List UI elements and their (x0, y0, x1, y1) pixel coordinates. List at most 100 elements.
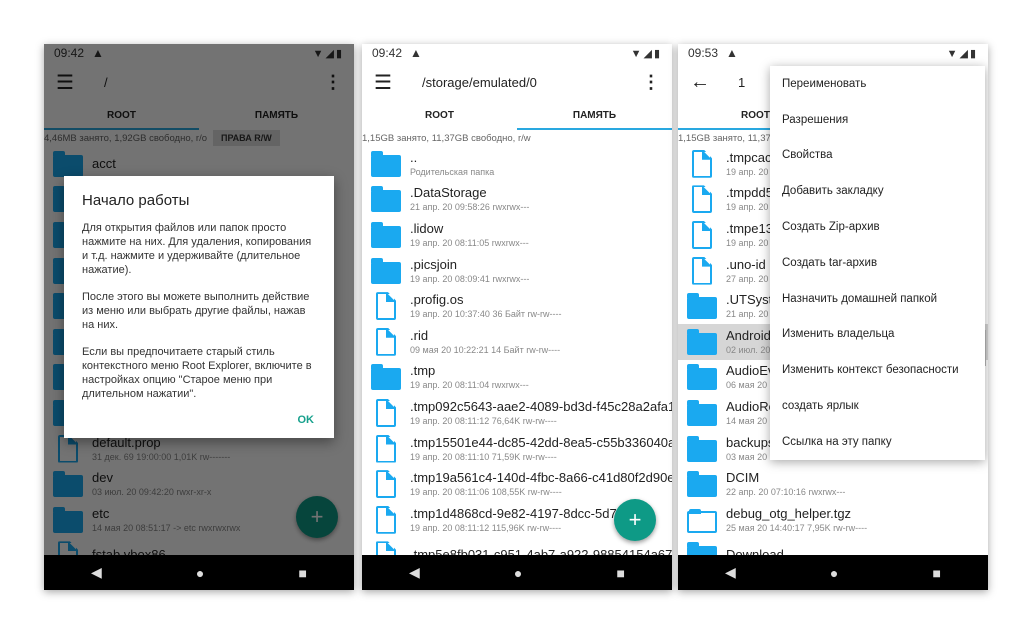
menu-item[interactable]: Свойства (770, 138, 985, 174)
file-name: .tmp1d4868cd-9e82-4197-8dcc-5d728 (410, 505, 632, 521)
screen-context-menu: 09:53▲▼◢▮←1⋮ROOT1,15GB занято, 11,37G.tm… (678, 44, 988, 590)
menu-item[interactable]: Переименовать (770, 66, 985, 102)
list-item[interactable]: .DataStorage 21 апр. 20 09:58:26 rwxrwx--… (362, 182, 672, 218)
folder-icon (678, 471, 726, 498)
navigation-bar: ◀ ● ■ (362, 555, 672, 590)
storage-info: 1,15GB занято, 11,37GB свободно, r/w (362, 130, 672, 146)
folder-icon (678, 328, 726, 355)
file-meta: Родительская папка (410, 166, 495, 177)
toolbar: ☰/storage/emulated/0 ⋮ (362, 62, 672, 102)
file-meta: 19 апр. 20 08:11:10 71,59K rw-rw---- (410, 451, 557, 462)
recents-icon[interactable]: ■ (298, 565, 306, 581)
dialog-paragraph: Если вы предпочитаете старый стиль конте… (82, 346, 312, 400)
home-icon[interactable]: ● (830, 565, 838, 581)
menu-icon[interactable]: ☰ (374, 70, 422, 95)
file-meta: 19 апр. 20 08:11:04 rwxrwx--- (410, 380, 529, 391)
folder-icon (678, 399, 726, 426)
menu-item[interactable]: Ссылка на эту папку (770, 424, 985, 460)
current-path: 1 (738, 74, 746, 90)
menu-item[interactable]: Назначить домашней папкой (770, 281, 985, 317)
file-meta: 21 апр. 20 09:58:26 rwxrwx--- (410, 202, 530, 213)
back-icon[interactable]: ◀ (91, 564, 102, 581)
list-item[interactable]: .picsjoin 19 апр. 20 08:09:41 rwxrwx--- (362, 253, 672, 289)
file-icon (362, 398, 410, 427)
dialog-paragraph: Для открытия файлов или папок просто наж… (82, 222, 312, 276)
file-name: .lidow (410, 220, 444, 236)
file-meta: 19 апр. 20 08:11:12 115,96K rw-rw---- (410, 522, 562, 533)
file-name: DCIM (726, 470, 760, 486)
list-item[interactable]: .tmp15501e44-dc85-42dd-8ea5-c55b336040a1… (362, 431, 672, 467)
recents-icon[interactable]: ■ (616, 565, 624, 581)
tab-storage[interactable]: ПАМЯТЬ (517, 102, 672, 130)
file-name: .DataStorage (410, 185, 487, 201)
list-item[interactable]: .tmp19a561c4-140d-4fbc-8a66-c41d80f2d90e… (362, 466, 672, 502)
recents-icon[interactable]: ■ (932, 565, 940, 581)
menu-item[interactable]: Добавить закладку (770, 173, 985, 209)
storage-info-text: 1,15GB занято, 11,37G (678, 132, 779, 144)
menu-item[interactable]: создать ярлык (770, 388, 985, 424)
list-item[interactable]: .. Родительская папка (362, 146, 672, 182)
menu-item[interactable]: Изменить контекст безопасности (770, 352, 985, 388)
file-icon (678, 185, 726, 214)
file-icon (362, 327, 410, 356)
menu-item[interactable]: Создать Zip-архив (770, 209, 985, 245)
file-icon (362, 470, 410, 499)
file-meta: 19 апр. 20 08:09:41 rwxrwx--- (410, 273, 530, 284)
folder-icon (362, 150, 410, 177)
clock: 09:42 (372, 46, 403, 60)
file-name: .rid (410, 327, 429, 343)
file-icon (362, 505, 410, 534)
screen-storage-list: 09:42 ▲ ▼◢▮ ☰/storage/emulated/0 ⋮ ROOT ПАМЯТЬ… (362, 44, 672, 590)
status-bar: 09:42 ▲ ▼◢▮ (362, 44, 672, 62)
file-icon (362, 434, 410, 463)
home-icon[interactable]: ● (196, 565, 204, 581)
folder-icon (678, 364, 726, 391)
signal-battery-icons: ▼◢▮ (630, 47, 662, 60)
ok-button[interactable]: OK (298, 414, 315, 426)
file-icon (678, 256, 726, 285)
file-meta: 19 апр. 20 08:11:05 rwxrwx--- (410, 237, 529, 248)
file-meta: 19 апр. 20 08:11:12 76,64K rw-rw---- (410, 415, 557, 426)
file-name: .tmp15501e44-dc85-42dd-8ea5-c55b336040a1 (410, 434, 672, 450)
list-item[interactable]: .lidow 19 апр. 20 08:11:05 rwxrwx--- (362, 217, 672, 253)
file-meta: 19 апр. 20 08:11:06 108,55K rw-rw---- (410, 487, 562, 498)
navigation-bar: ◀ ● ■ (678, 555, 988, 590)
add-button[interactable]: + (614, 499, 656, 541)
tab-root[interactable]: ROOT (362, 102, 517, 130)
file-name: debug_otg_helper.tgz (726, 505, 852, 521)
menu-item[interactable]: Создать tar-архив (770, 245, 985, 281)
menu-item[interactable]: Разрешения (770, 102, 985, 138)
status-bar: 09:53 ▲ ▼◢▮ (678, 44, 988, 62)
file-icon (678, 149, 726, 178)
file-name: .tmp092c5643-aae2-4089-bd3d-f45c28a2afa1 (410, 398, 672, 414)
back-arrow-icon[interactable]: ← (690, 71, 738, 94)
current-path: /storage/emulated/0 (422, 74, 537, 90)
menu-item[interactable]: Изменить владельца (770, 317, 985, 353)
file-meta: 09 мая 20 10:22:21 14 Байт rw-rw---- (410, 344, 561, 355)
clock: 09:53 (688, 46, 719, 60)
dialog-paragraph: После этого вы можете выполнить действие… (82, 291, 310, 331)
more-options-icon[interactable]: ⋮ (642, 72, 660, 93)
storage-info-text: 1,15GB занято, 11,37GB свободно, r/w (362, 132, 531, 144)
warning-icon: ▲ (410, 46, 422, 60)
list-item[interactable]: .profig.os 19 апр. 20 10:37:40 36 Байт rw… (362, 288, 672, 324)
file-icon (678, 220, 726, 249)
folder-icon (362, 221, 410, 248)
signal-battery-icons: ▼◢▮ (946, 47, 978, 60)
file-meta: 22 апр. 20 07:10:16 rwxrwx--- (726, 487, 846, 498)
file-meta: 19 апр. 20 10:37:40 36 Байт rw-rw---- (410, 309, 562, 320)
back-icon[interactable]: ◀ (725, 564, 736, 581)
file-name: .tmp19a561c4-140d-4fbc-8a66-c41d80f2d90e (410, 470, 672, 486)
list-item[interactable]: debug_otg_helper.tgz 25 мая 20 14:40:17 7… (678, 502, 988, 538)
folder-icon (362, 257, 410, 284)
list-item[interactable]: .tmp092c5643-aae2-4089-bd3d-f45c28a2afa1… (362, 395, 672, 431)
list-item[interactable]: .rid 09 мая 20 10:22:21 14 Байт rw-rw---- (362, 324, 672, 360)
home-icon[interactable]: ● (514, 565, 522, 581)
list-item[interactable]: DCIM 22 апр. 20 07:10:16 rwxrwx--- (678, 466, 988, 502)
file-name: .profig.os (410, 292, 464, 308)
file-icon (362, 292, 410, 321)
back-icon[interactable]: ◀ (409, 564, 420, 581)
list-item[interactable]: .tmp 19 апр. 20 08:11:04 rwxrwx--- (362, 360, 672, 396)
warning-icon: ▲ (726, 46, 738, 60)
folder-icon (678, 435, 726, 462)
